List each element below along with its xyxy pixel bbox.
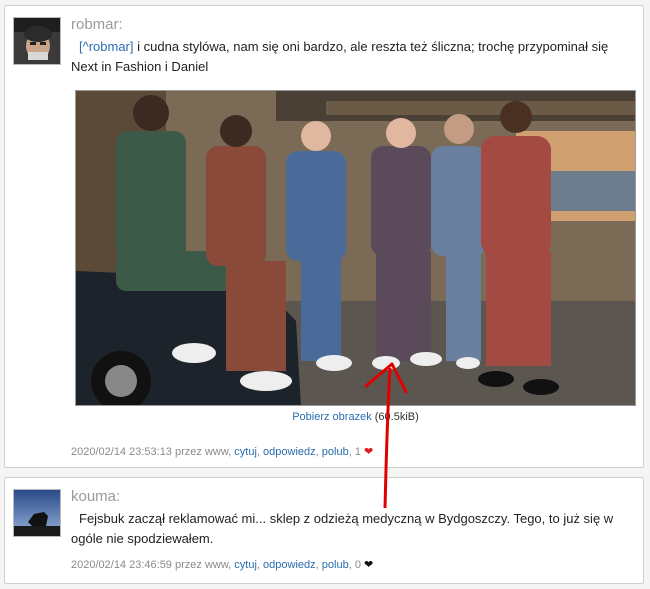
avatar[interactable] <box>13 17 61 65</box>
comment-post: robmar: [^robmar] i cudna stylówa, nam s… <box>4 5 644 468</box>
timestamp: 2020/02/14 23:53:13 przez www, <box>71 446 232 458</box>
comment-text: Fejsbuk zaczął reklamować mi... sklep z … <box>71 511 614 546</box>
quote-button[interactable]: cytuj <box>234 446 257 458</box>
like-button[interactable]: polub <box>322 446 349 458</box>
like-button[interactable]: polub <box>322 559 349 571</box>
reply-button[interactable]: odpowiedz <box>263 559 316 571</box>
comment-post: kouma: Fejsbuk zaczął reklamować mi... s… <box>4 477 644 584</box>
author-name[interactable]: robmar: <box>71 16 123 33</box>
comment-body: i cudna stylówa, nam się oni bardzo, ale… <box>71 39 609 74</box>
quote-button[interactable]: cytuj <box>234 559 257 571</box>
download-image-link[interactable]: Pobierz obrazek <box>292 411 372 423</box>
like-count: 1 <box>354 446 361 458</box>
timestamp: 2020/02/14 23:46:59 przez www, <box>71 559 232 571</box>
avatar[interactable] <box>13 489 61 537</box>
heart-icon: ❤ <box>364 559 374 571</box>
comment-text: [^robmar] i cudna stylówa, nam się oni b… <box>71 37 633 77</box>
like-count: 0 <box>354 559 361 571</box>
reply-button[interactable]: odpowiedz <box>263 446 316 458</box>
image-caption: Pobierz obrazek (60.5kiB) <box>75 411 636 423</box>
image-size: (60.5kiB) <box>374 411 419 423</box>
post-image[interactable] <box>75 90 636 406</box>
author-name[interactable]: kouma: <box>71 488 120 505</box>
post-meta: 2020/02/14 23:46:59 przez www, cytuj, od… <box>71 559 374 571</box>
post-meta: 2020/02/14 23:53:13 przez www, cytuj, od… <box>71 446 374 458</box>
quote-link[interactable]: [^robmar] <box>79 39 134 54</box>
heart-icon: ❤ <box>364 446 374 458</box>
